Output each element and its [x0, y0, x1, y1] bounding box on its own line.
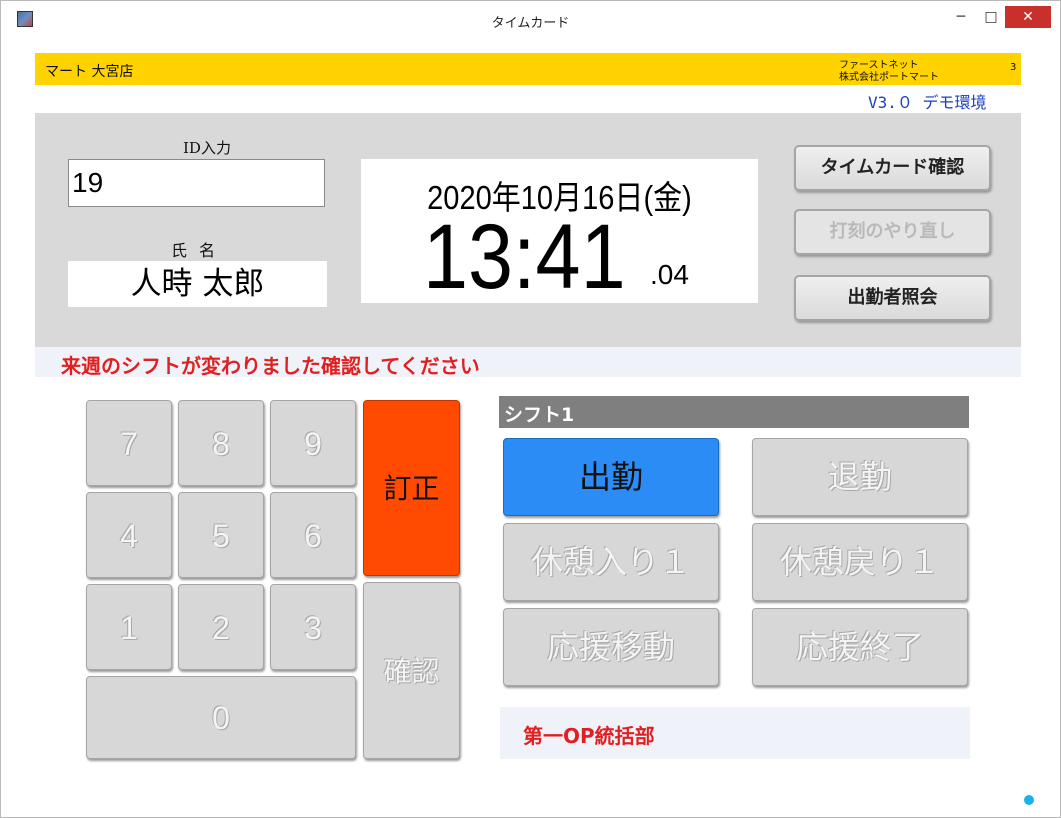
key-4[interactable]: 4	[86, 492, 172, 578]
break-out-button[interactable]: 休憩戻り１	[752, 523, 968, 601]
app-window: タイムカード ─ □ ✕ マート 大宮店 ファーストネット 株式会社ポートマート…	[0, 0, 1061, 818]
title-bar: タイムカード ─ □ ✕	[1, 1, 1060, 35]
client-area: マート 大宮店 ファーストネット 株式会社ポートマート 3 V3.０ デモ環境 …	[16, 35, 1045, 807]
name-label: 氏名	[171, 241, 228, 260]
current-seconds: .04	[650, 259, 689, 290]
clock-out-button[interactable]: 退勤	[752, 438, 968, 516]
support-move-button[interactable]: 応援移動	[503, 608, 719, 686]
maximize-button[interactable]: □	[977, 6, 1005, 28]
status-indicator	[1024, 795, 1034, 805]
department-bar: 第一OP統括部	[500, 707, 970, 759]
input-panel: ID入力 19 氏名 人時 太郎 2020年10月16日(金) 13:41 .0…	[35, 113, 1021, 347]
company-name-line2: 株式会社ポートマート	[839, 72, 939, 83]
confirm-button[interactable]: 確認	[363, 582, 460, 759]
key-7[interactable]: 7	[86, 400, 172, 486]
id-input[interactable]: 19	[68, 159, 325, 207]
key-8[interactable]: 8	[178, 400, 264, 486]
minimize-button[interactable]: ─	[947, 6, 975, 28]
window-title: タイムカード	[491, 16, 570, 31]
clock-in-button[interactable]: 出勤	[503, 438, 719, 516]
current-time: 13:41	[423, 206, 626, 308]
employee-name: 人時 太郎	[68, 261, 327, 307]
key-2[interactable]: 2	[178, 584, 264, 670]
key-1[interactable]: 1	[86, 584, 172, 670]
key-9[interactable]: 9	[270, 400, 356, 486]
id-input-label: ID入力	[183, 139, 231, 157]
store-header-bar: マート 大宮店 ファーストネット 株式会社ポートマート 3	[35, 53, 1021, 85]
close-button[interactable]: ✕	[1005, 6, 1051, 28]
version-label: V3.０ デモ環境	[868, 93, 987, 112]
attendance-query-button[interactable]: 出勤者照会	[794, 275, 991, 321]
store-name: マート 大宮店	[45, 64, 134, 80]
key-0[interactable]: 0	[86, 676, 356, 759]
support-end-button[interactable]: 応援終了	[752, 608, 968, 686]
key-6[interactable]: 6	[270, 492, 356, 578]
terminal-number: 3	[1010, 62, 1017, 73]
shift-title: シフト1	[504, 404, 575, 426]
correct-button[interactable]: 訂正	[363, 400, 460, 576]
key-3[interactable]: 3	[270, 584, 356, 670]
department-name: 第一OP統括部	[523, 724, 655, 748]
clock-display: 2020年10月16日(金) 13:41 .04	[361, 159, 758, 307]
timecard-check-button[interactable]: タイムカード確認	[794, 145, 991, 191]
key-5[interactable]: 5	[178, 492, 264, 578]
break-in-button[interactable]: 休憩入り１	[503, 523, 719, 601]
notice-bar: 来週のシフトが変わりました確認してください	[35, 347, 1021, 378]
redo-stamp-button[interactable]: 打刻のやり直し	[794, 209, 991, 255]
shift-header: シフト1	[499, 396, 969, 428]
notice-message: 来週のシフトが変わりました確認してください	[61, 354, 480, 378]
